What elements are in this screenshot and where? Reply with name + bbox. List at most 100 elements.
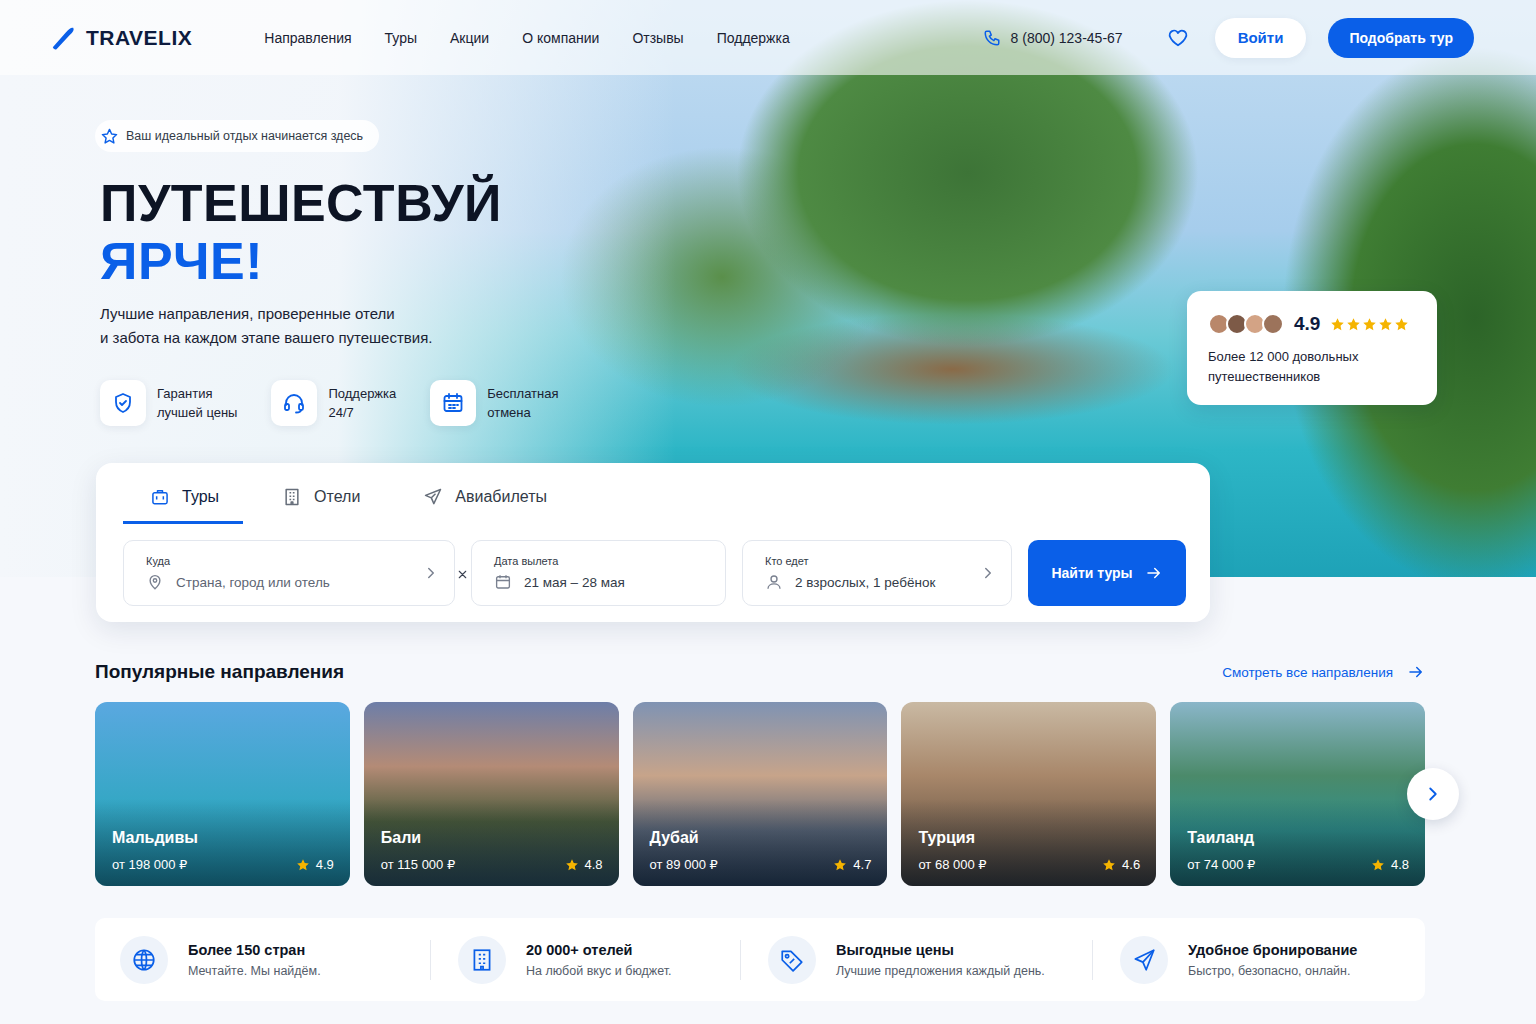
hero-feature: Бесплатнаяотмена (430, 380, 558, 426)
destination-card[interactable]: Мальдивыот 198 000 ₽4.9 (95, 702, 350, 886)
header-actions: 8 (800) 123-45-67 Войти Подобрать тур (983, 18, 1474, 58)
rating-text: Более 12 000 довольныхпутешественников (1208, 347, 1417, 387)
destination-card[interactable]: Таиландот 74 000 ₽4.8 (1170, 702, 1425, 886)
stat-icon-circle (458, 936, 506, 984)
calendar-icon (441, 391, 465, 415)
calendar-icon (494, 573, 512, 591)
stat-item: Выгодные цены Лучшие предложения каждый д… (740, 936, 1092, 984)
star-icon (1394, 317, 1409, 332)
destination-rating: 4.7 (833, 857, 871, 872)
destination-name: Бали (381, 829, 603, 847)
section-title: Популярные направления (95, 661, 344, 683)
stat-title: 20 000+ отелей (526, 942, 672, 958)
nav-link[interactable]: Туры (385, 30, 417, 46)
nav-link[interactable]: Отзывы (632, 30, 683, 46)
destination-name: Дубай (650, 829, 872, 847)
destination-card[interactable]: Турцияот 68 000 ₽4.6 (901, 702, 1156, 886)
destination-card[interactable]: Дубай от 89 000 ₽ 4.7 (633, 702, 888, 886)
destination-info: Бали от 115 000 ₽ 4.8 (364, 799, 619, 886)
feature-icon-box (100, 380, 146, 426)
destination-price: от 89 000 ₽ (650, 857, 718, 872)
stat-subtitle: Лучшие предложения каждый день. (836, 964, 1045, 978)
tab-label: Туры (182, 488, 219, 506)
feature-label: Бесплатнаяотмена (487, 384, 558, 422)
hero-title-line: ПУТЕШЕСТВУЙ (100, 174, 1425, 232)
rating-stars (1330, 317, 1409, 332)
star-icon (1378, 317, 1393, 332)
nav-link[interactable]: Направления (264, 30, 351, 46)
find-tours-button[interactable]: Найти туры (1028, 540, 1186, 606)
plane-icon (423, 487, 443, 507)
search-field[interactable]: Дата вылета21 мая – 28 мая (471, 540, 726, 606)
chevron-right-icon (422, 564, 440, 582)
destination-rating: 4.8 (1371, 857, 1409, 872)
destination-price: от 115 000 ₽ (381, 857, 455, 872)
field-value: 2 взрослых, 1 ребёнок (795, 575, 935, 590)
nav-link[interactable]: Поддержка (717, 30, 790, 46)
price-tag-icon (779, 947, 805, 973)
rating-row: 4.9 (1208, 313, 1417, 335)
login-button[interactable]: Войти (1215, 18, 1307, 58)
phone-link[interactable]: 8 (800) 123-45-67 (983, 29, 1123, 47)
main-nav: Направления Туры Акции О компании Отзывы Подд… (264, 30, 789, 46)
stats-strip: Более 150 стран Мечтайте. Мы найдём. 20 00… (95, 918, 1425, 1001)
location-pin-icon (146, 573, 164, 591)
chevron-right-icon (979, 564, 997, 582)
feature-icon-box (430, 380, 476, 426)
stat-title: Более 150 стран (188, 942, 321, 958)
arrow-right-icon (1145, 564, 1163, 582)
star-icon (1371, 858, 1385, 872)
destination-info: Мальдивыот 198 000 ₽4.9 (95, 799, 350, 886)
tab-label: Отели (314, 488, 360, 506)
star-icon (1362, 317, 1377, 332)
globe-icon (131, 947, 157, 973)
nav-link[interactable]: Акции (450, 30, 489, 46)
swap-icon[interactable] (456, 568, 469, 581)
stat-item: Более 150 стран Мечтайте. Мы найдём. (120, 936, 430, 984)
favorites-button[interactable] (1167, 27, 1189, 49)
page: TRAVELIX Направления Туры Акции О компании От… (0, 0, 1536, 1024)
destination-carousel: Мальдивыот 198 000 ₽4.9 Бали от 115 000 ₽ 4… (95, 702, 1425, 886)
star-icon (1102, 858, 1116, 872)
stat-icon-circle (1120, 936, 1168, 984)
search-fields: КудаСтрана, город или отельДата вылета21… (123, 540, 1186, 606)
headset-icon (282, 391, 306, 415)
search-card: Туры Отели Авиабилеты КудаСтрана, город или… (96, 463, 1210, 622)
section-header: Популярные направления Смотреть все напра… (95, 660, 1425, 684)
arrow-right-icon (1407, 663, 1425, 681)
field-label: Кто едет (765, 555, 979, 567)
stat-subtitle: Мечтайте. Мы найдём. (188, 964, 321, 978)
field-value: Страна, город или отель (176, 575, 330, 590)
see-all-link[interactable]: Смотреть все направления (1222, 663, 1425, 681)
search-tab[interactable]: Отели (255, 463, 384, 524)
star-icon (565, 858, 579, 872)
person-icon (765, 573, 783, 591)
button-label: Найти туры (1051, 565, 1132, 581)
stat-title: Выгодные цены (836, 942, 1045, 958)
destination-rating: 4.8 (565, 857, 603, 872)
destination-name: Мальдивы (112, 829, 334, 847)
search-tab[interactable]: Авиабилеты (396, 463, 571, 524)
stat-item: 20 000+ отелейНа любой вкус и бюджет. (430, 936, 740, 984)
tab-label: Авиабилеты (455, 488, 547, 506)
pick-tour-button[interactable]: Подобрать тур (1328, 18, 1474, 58)
heart-icon (1167, 27, 1189, 49)
star-icon (1330, 317, 1345, 332)
star-icon (833, 858, 847, 872)
search-tab[interactable]: Туры (123, 463, 243, 524)
destination-card[interactable]: Бали от 115 000 ₽ 4.8 (364, 702, 619, 886)
carousel-next-button[interactable] (1407, 768, 1459, 820)
search-field[interactable]: Кто едет 2 взрослых, 1 ребёнок (742, 540, 1012, 606)
stat-subtitle: Быстро, безопасно, онлайн. (1188, 964, 1357, 978)
badge-text: Ваш идеальный отдых начинается здесь (126, 129, 363, 143)
logo-text: TRAVELIX (86, 26, 192, 50)
logo[interactable]: TRAVELIX (50, 25, 192, 51)
hero-feature: Гарантиялучшей цены (100, 380, 237, 426)
hero-feature: Поддержка24/7 (271, 380, 396, 426)
avatar (1262, 313, 1284, 335)
destination-info: Турцияот 68 000 ₽4.6 (901, 799, 1156, 886)
nav-link[interactable]: О компании (522, 30, 599, 46)
field-label: Дата вылета (494, 555, 711, 567)
search-field[interactable]: КудаСтрана, город или отель (123, 540, 455, 606)
destination-info: Дубай от 89 000 ₽ 4.7 (633, 799, 888, 886)
